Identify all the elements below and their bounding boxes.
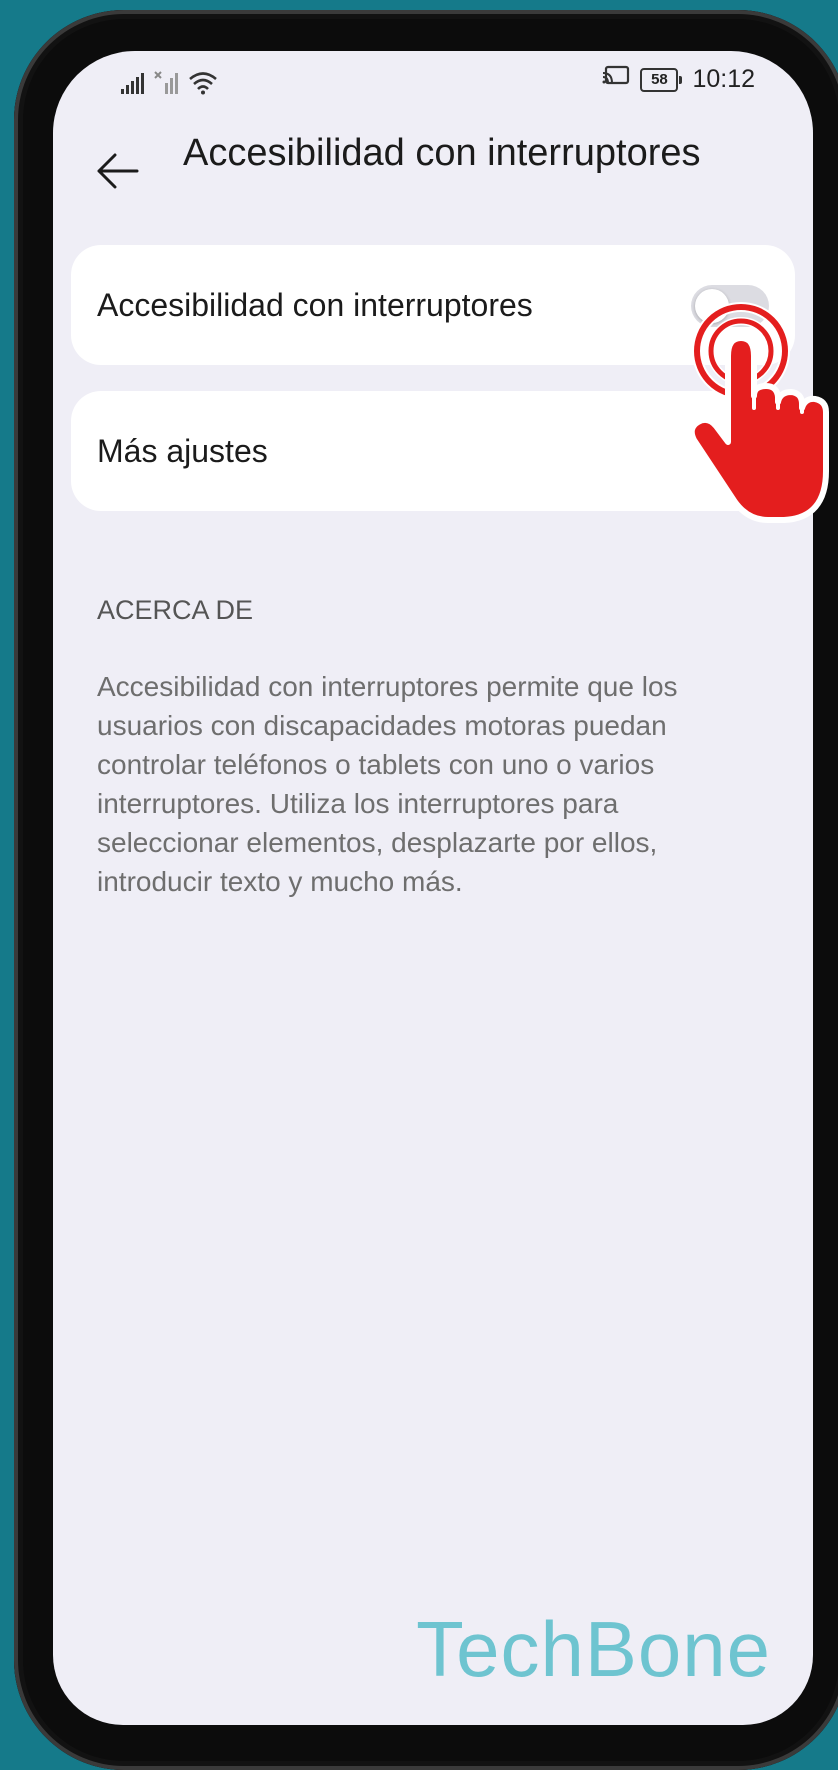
switch-access-row[interactable]: Accesibilidad con interruptores: [71, 245, 795, 365]
app-header: Accesibilidad con interruptores: [53, 129, 813, 229]
status-bar-left: [120, 71, 218, 100]
wifi-icon: [188, 71, 218, 100]
more-settings-row[interactable]: Más ajustes: [71, 391, 795, 511]
screen-cast-icon: [602, 65, 630, 94]
switch-access-label: Accesibilidad con interruptores: [97, 287, 533, 323]
about-section-title: ACERCA DE: [97, 595, 254, 625]
status-bar-right: 58 10:12: [602, 65, 755, 94]
more-settings-label: Más ajustes: [97, 433, 268, 469]
signal-bars-x-icon: [154, 71, 180, 100]
status-bar: 58 10:12: [53, 63, 813, 103]
signal-bars-icon: [120, 73, 146, 100]
arrow-left-icon: [93, 151, 141, 196]
back-button[interactable]: [91, 147, 143, 199]
tap-hand-icon: [688, 296, 838, 526]
page-title: Accesibilidad con interruptores: [183, 132, 701, 174]
about-description: Accesibilidad con interruptores permite …: [97, 671, 678, 897]
battery-icon: 58: [640, 67, 683, 92]
clock: 10:12: [692, 65, 755, 93]
techbone-watermark: TechBone: [416, 1605, 771, 1693]
